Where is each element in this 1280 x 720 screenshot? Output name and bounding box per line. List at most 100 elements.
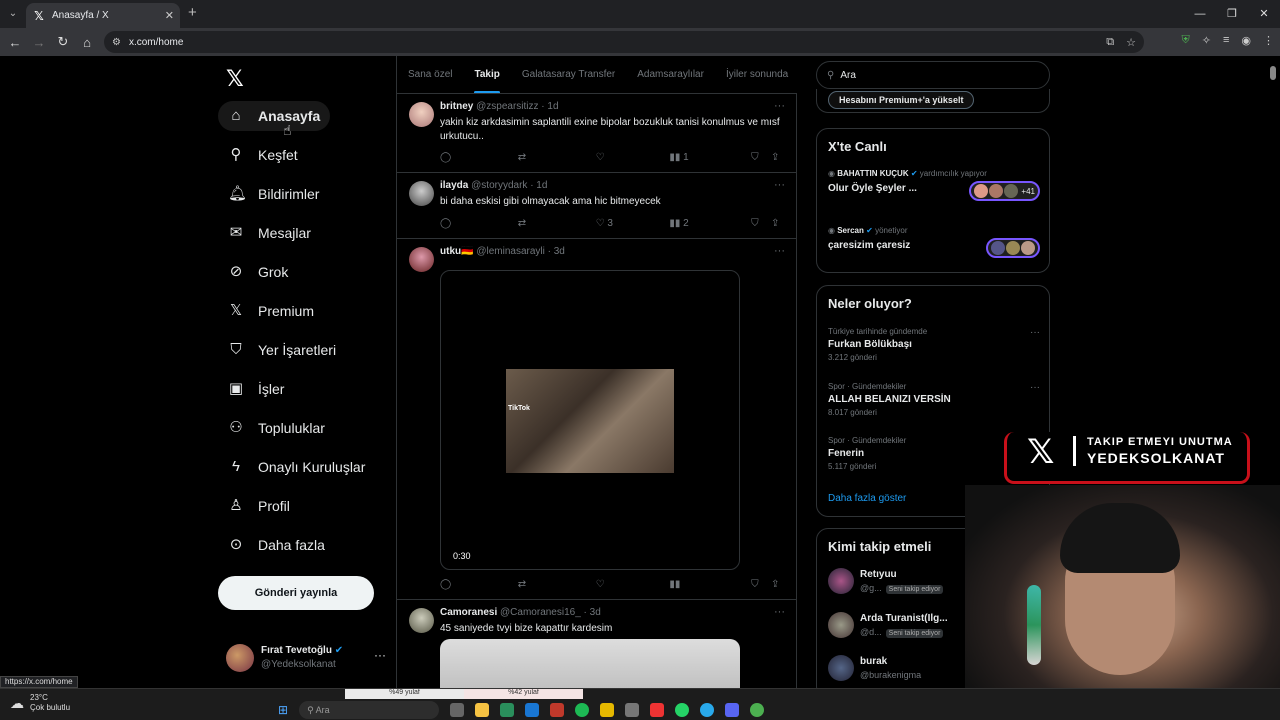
nav-item-verified-orgs[interactable]: ϟ Onaylı Kuruluşlar	[218, 452, 375, 482]
new-tab-button[interactable]: +	[188, 5, 197, 21]
post-more-icon[interactable]: ···	[774, 100, 785, 112]
x-logo-icon[interactable]: 𝕏	[226, 66, 244, 92]
tab-search-icon[interactable]: ⌄	[4, 5, 22, 23]
avatar[interactable]	[409, 181, 434, 206]
nav-item-grok[interactable]: ⊘ Grok	[218, 257, 298, 287]
bookmark-star-icon[interactable]: ☆	[1126, 36, 1136, 49]
omnibox[interactable]: ⚙ x.com/home ⧉ ☆	[104, 31, 1144, 53]
nav-item-more[interactable]: ⊙ Daha fazla	[218, 530, 335, 560]
nav-item-profile[interactable]: ♙ Profil	[218, 491, 300, 521]
app-icon[interactable]	[600, 703, 615, 717]
discord-icon[interactable]	[725, 703, 740, 717]
page-scrollbar[interactable]	[1270, 66, 1276, 80]
show-more-link[interactable]: Daha fazla göster	[828, 493, 906, 504]
post[interactable]: britney @zspearsitizz · 1d ··· yakin kiz…	[397, 95, 797, 173]
media-icon[interactable]: ≡	[1223, 34, 1229, 47]
premium-upgrade-button[interactable]: Hesabını Premium+'a yükselt	[828, 91, 975, 109]
repost-icon[interactable]: ⇄	[518, 152, 596, 163]
like-icon[interactable]: ♡	[596, 152, 670, 163]
nav-item-bookmarks[interactable]: ⛉ Yer İşaretleri	[218, 335, 346, 365]
trend-item[interactable]: Türkiye tarihinde gündemde Furkan Bölükb…	[828, 327, 1040, 362]
trend-more-icon[interactable]: ···	[1030, 327, 1040, 338]
post-more-icon[interactable]: ···	[774, 245, 785, 257]
share-icon[interactable]: ⇪	[771, 579, 785, 590]
nav-item-explore[interactable]: ⚲ Keşfet	[218, 140, 308, 170]
tab-galatasaray-transfer[interactable]: Galatasaray Transfer	[522, 56, 615, 93]
taskbar-search[interactable]: ⚲ Ara	[299, 701, 440, 719]
task-view-icon[interactable]	[450, 703, 465, 717]
like-icon[interactable]: ♡ 3	[596, 218, 670, 229]
repost-icon[interactable]: ⇄	[518, 218, 596, 229]
telegram-icon[interactable]	[700, 703, 715, 717]
tab-for-you[interactable]: Sana özel	[408, 56, 452, 93]
trend-more-icon[interactable]: ···	[1030, 382, 1040, 393]
avatar[interactable]	[828, 655, 854, 681]
forward-icon[interactable]: →	[27, 35, 51, 50]
nav-item-jobs[interactable]: ▣ İşler	[218, 374, 294, 404]
reply-icon[interactable]: ◯	[440, 152, 518, 163]
tab-adamsaraylilar[interactable]: Adamsaraylılar	[637, 56, 704, 93]
home-button-icon[interactable]: ⌂	[75, 35, 99, 50]
windows-start-icon[interactable]: ⊞	[278, 703, 288, 717]
file-explorer-icon[interactable]	[475, 703, 490, 717]
post-author[interactable]: britney	[440, 101, 473, 112]
views-icon[interactable]: ▮▮ 2	[669, 218, 751, 229]
back-icon[interactable]: ←	[3, 35, 27, 50]
avatar[interactable]	[828, 612, 854, 638]
post[interactable]: Camoranesi @Camoranesi16_ · 3d ··· 45 sa…	[397, 601, 797, 688]
post[interactable]: utku🇩🇪 @leminasarayli · 3d ··· TikTok 0:…	[397, 240, 797, 600]
post-image[interactable]	[440, 639, 740, 688]
opera-icon[interactable]	[550, 703, 565, 717]
share-icon[interactable]: ⇪	[771, 152, 785, 163]
avatar[interactable]	[828, 568, 854, 594]
bookmark-icon[interactable]: ⛉	[751, 218, 771, 229]
nav-item-home[interactable]: ⌂ Anasayfa	[218, 101, 331, 131]
profile-icon[interactable]: ◉	[1241, 34, 1251, 47]
post-author[interactable]: ilayda	[440, 180, 468, 191]
url-text[interactable]: x.com/home	[129, 37, 183, 48]
reply-icon[interactable]: ◯	[440, 218, 518, 229]
nav-item-notifications[interactable]: 🔔︎ Bildirimler	[218, 179, 329, 209]
nav-item-communities[interactable]: ⚇ Topluluklar	[218, 413, 335, 443]
video-player[interactable]: TikTok 0:30	[440, 270, 740, 570]
bookmark-icon[interactable]: ⛉	[751, 152, 771, 163]
share-icon[interactable]: ⇪	[771, 218, 785, 229]
chrome-icon[interactable]	[750, 703, 765, 717]
post-author[interactable]: utku🇩🇪	[440, 246, 474, 257]
menu-icon[interactable]: ⋮	[1263, 34, 1274, 47]
avatar[interactable]	[409, 102, 434, 127]
trend-item[interactable]: Spor · Gündemdekiler ALLAH BELANIZI VERS…	[828, 382, 1040, 417]
post-author[interactable]: Camoranesi	[440, 607, 497, 618]
close-tab-icon[interactable]: ✕	[165, 9, 174, 22]
post-more-icon[interactable]: ···	[774, 179, 785, 191]
minimize-icon[interactable]: —	[1184, 0, 1216, 28]
post-more-icon[interactable]: ···	[774, 606, 785, 618]
avatar[interactable]	[409, 247, 434, 272]
post[interactable]: ilayda @storyydark · 1d ··· bi daha eski…	[397, 174, 797, 239]
nav-item-messages[interactable]: ✉ Mesajlar	[218, 218, 321, 248]
app-icon[interactable]	[650, 703, 665, 717]
tab-iyiler-sonunda[interactable]: İyiler sonunda	[726, 56, 788, 93]
more-dots-icon[interactable]: ···	[374, 648, 386, 662]
spotify-icon[interactable]	[575, 703, 590, 717]
search-input[interactable]: ⚲ Ara	[816, 61, 1050, 89]
account-switcher[interactable]: Fırat Tevetoğlu ✔ @Yedeksolkanat ···	[226, 642, 386, 678]
live-space[interactable]: ◉ BAHATTIN KUÇUK ✔ yardımcılık yapıyor O…	[828, 169, 1040, 209]
reload-icon[interactable]: ↻	[51, 34, 75, 50]
extensions-icon[interactable]: ✧	[1202, 34, 1211, 47]
repost-icon[interactable]: ⇄	[518, 579, 596, 590]
views-icon[interactable]: ▮▮	[669, 579, 751, 590]
shield-extension-icon[interactable]: ⛨	[1182, 34, 1190, 47]
bookmark-icon[interactable]: ⛉	[751, 579, 771, 590]
store-icon[interactable]	[525, 703, 540, 717]
live-space[interactable]: ◉ Sercan ✔ yönetiyor çaresizim çaresiz	[828, 226, 1040, 266]
avatar[interactable]	[409, 608, 434, 633]
install-app-icon[interactable]: ⧉	[1106, 36, 1114, 49]
tab-following[interactable]: Takip	[474, 56, 501, 93]
weather-widget[interactable]: ☁ 23°C Çok bulutlu	[10, 693, 70, 713]
views-icon[interactable]: ▮▮ 1	[669, 152, 751, 163]
maximize-icon[interactable]: ❐	[1216, 0, 1248, 28]
app-icon[interactable]	[625, 703, 640, 717]
post-button[interactable]: Gönderi yayınla	[218, 576, 374, 610]
whatsapp-icon[interactable]	[675, 703, 690, 717]
